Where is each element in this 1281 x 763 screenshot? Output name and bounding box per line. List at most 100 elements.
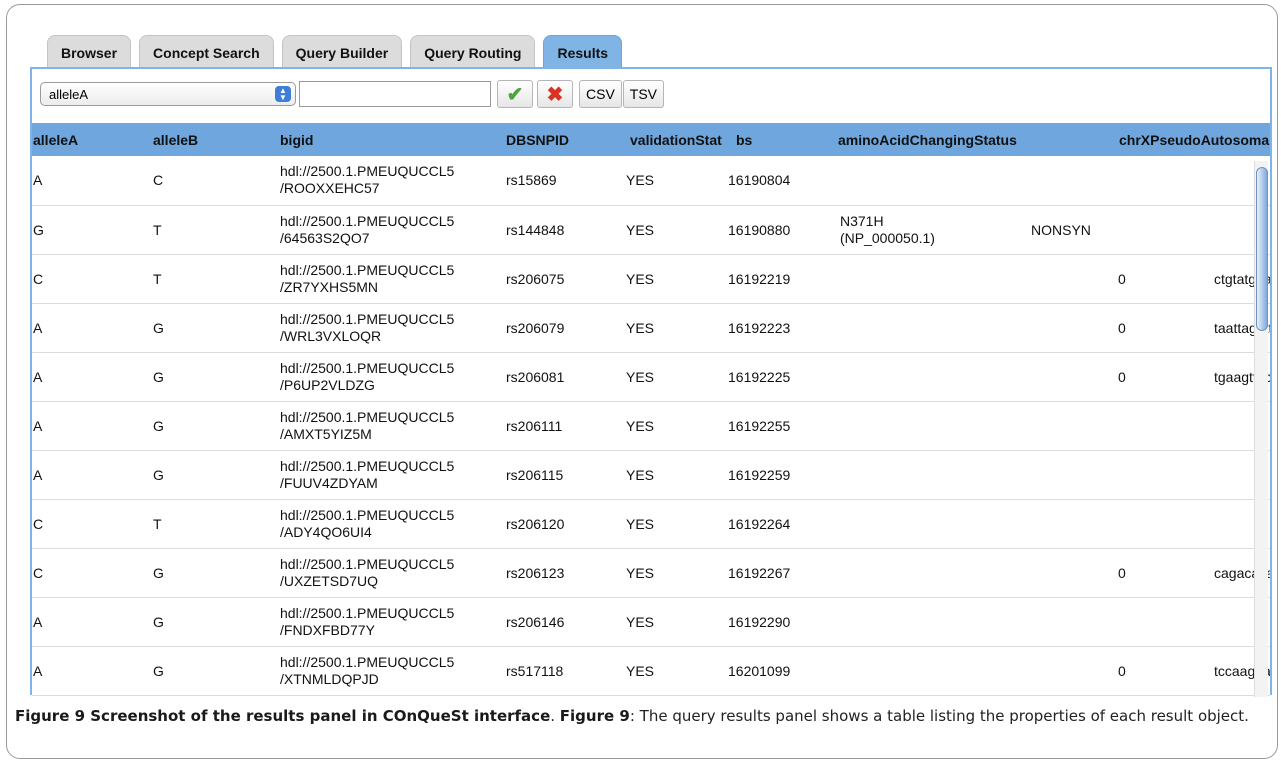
apply-filter-button[interactable]: ✔ (497, 80, 533, 108)
vertical-scrollbar[interactable] (1254, 161, 1268, 697)
cell-alleleB: T (152, 205, 279, 255)
cell-alleleA: A (32, 401, 152, 451)
cell-chrx: 0cagacacaagtaag (1118, 548, 1270, 598)
cell-amino-acid (820, 352, 1030, 402)
select-arrows-icon: ▲ ▼ (275, 86, 291, 102)
export-tsv-button[interactable]: TSV (622, 80, 665, 108)
table-row[interactable]: C Ghdl://2500.1.PMEUQUCCL5/UXZETSD7UQ rs20… (32, 548, 1270, 598)
export-csv-button[interactable]: CSV (579, 80, 622, 108)
table-row[interactable]: A Chdl://2500.1.PMEUQUCCL5/ROOXXEHC57 rs15… (32, 156, 1270, 206)
cell-amino-acid (820, 303, 1030, 353)
table-row[interactable]: A Ghdl://2500.1.PMEUQUCCL5/WRL3VXLOQR rs20… (32, 303, 1270, 353)
column-header[interactable]: alleleA (32, 123, 152, 156)
cell-bigid: hdl://2500.1.PMEUQUCCL5/ROOXXEHC57 (279, 156, 505, 206)
column-header[interactable]: chrXPseudoAutosomalRegic (1118, 123, 1270, 156)
cell-alleleA: A (32, 156, 152, 206)
cell-alleleA: A (32, 597, 152, 647)
column-header[interactable] (1030, 123, 1118, 156)
table-row[interactable]: C Thdl://2500.1.PMEUQUCCL5/ADY4QO6UI4 rs20… (32, 499, 1270, 549)
cell-alleleA: A (32, 646, 152, 696)
tab-concept-search[interactable]: Concept Search (139, 35, 274, 69)
cell-alleleA: A (32, 303, 152, 353)
clear-filter-button[interactable]: ✖ (537, 80, 573, 108)
cell-validation: YES (610, 548, 720, 598)
cell-coding-status (1030, 254, 1118, 304)
caption-text: : The query results panel shows a table … (629, 707, 1249, 725)
column-select-value: alleleA (49, 86, 89, 102)
cell-amino-acid (820, 156, 1030, 206)
cell-amino-acid (820, 401, 1030, 451)
cell-validation: YES (610, 499, 720, 549)
column-select[interactable]: alleleA ▲ ▼ (40, 82, 296, 106)
cell-bs: 16192290 (720, 597, 820, 647)
table-row[interactable]: G Thdl://2500.1.PMEUQUCCL5/64563S2QO7 rs14… (32, 205, 1270, 255)
cell-bs: 16192264 (720, 499, 820, 549)
tab-browser[interactable]: Browser (47, 35, 132, 69)
cell-amino-acid (820, 597, 1030, 647)
cell-alleleB: G (152, 303, 279, 353)
cell-chrx: 0tccaagaattaattga (1118, 646, 1270, 696)
cell-dbsnpid: rs517118 (505, 646, 610, 696)
cell-chrx (1118, 450, 1270, 500)
results-toolbar: alleleA ▲ ▼ ✔ ✖ CSV TSV (40, 80, 665, 108)
tab-results[interactable]: Results (543, 35, 623, 69)
cell-validation: YES (610, 303, 720, 353)
cell-bigid: hdl://2500.1.PMEUQUCCL5/XTNMLDQPJD (279, 646, 505, 696)
cell-bs: 16192255 (720, 401, 820, 451)
scrollbar-thumb[interactable] (1256, 167, 1268, 331)
column-header[interactable]: DBSNPID (505, 123, 610, 156)
caption-title: Figure 9 Screenshot of the results panel… (15, 707, 551, 725)
cell-validation: YES (610, 597, 720, 647)
cell-dbsnpid: rs206075 (505, 254, 610, 304)
cell-alleleA: A (32, 352, 152, 402)
column-header-label: bs (736, 131, 753, 148)
column-header[interactable]: validationStat (610, 123, 722, 156)
cell-chrx (1118, 597, 1270, 647)
cell-chrx (1118, 205, 1270, 255)
cell-bs: 16190880 (720, 205, 820, 255)
table-row[interactable]: A Ghdl://2500.1.PMEUQUCCL5/FNDXFBD77Y rs20… (32, 597, 1270, 647)
cell-coding-status (1030, 352, 1118, 402)
cell-bs: 16192219 (720, 254, 820, 304)
cell-alleleB: G (152, 401, 279, 451)
column-header[interactable]: aminoAcidChangingStatus (820, 123, 1030, 156)
cell-alleleB: G (152, 597, 279, 647)
column-header-label: validationStat (630, 131, 722, 148)
filter-input[interactable] (299, 81, 491, 107)
cell-validation: YES (610, 401, 720, 451)
tab-query-routing[interactable]: Query Routing (410, 35, 536, 69)
x-icon: ✖ (546, 83, 564, 106)
table-row[interactable]: A Ghdl://2500.1.PMEUQUCCL5/P6UP2VLDZG rs20… (32, 352, 1270, 402)
cell-amino-acid (820, 548, 1030, 598)
caption-separator: . (550, 707, 560, 725)
check-icon: ✔ (506, 83, 524, 106)
results-table-area: alleleA alleleB bigid DBSNPID validation… (32, 123, 1270, 697)
table-row[interactable]: A Ghdl://2500.1.PMEUQUCCL5/FUUV4ZDYAM rs20… (32, 450, 1270, 500)
figure-caption: Figure 9 Screenshot of the results panel… (15, 706, 1277, 727)
cell-coding-status (1030, 401, 1118, 451)
table-row[interactable]: A Ghdl://2500.1.PMEUQUCCL5/AMXT5YIZ5M rs20… (32, 401, 1270, 451)
cell-chrx (1118, 499, 1270, 549)
cell-amino-acid (820, 646, 1030, 696)
table-row[interactable]: A Ghdl://2500.1.PMEUQUCCL5/XTNMLDQPJD rs51… (32, 646, 1270, 696)
cell-bigid: hdl://2500.1.PMEUQUCCL5/ZR7YXHS5MN (279, 254, 505, 304)
caption-figure-ref: Figure 9 (559, 707, 630, 725)
tab-query-builder[interactable]: Query Builder (281, 35, 403, 69)
cell-bigid: hdl://2500.1.PMEUQUCCL5/UXZETSD7UQ (279, 548, 505, 598)
cell-dbsnpid: rs15869 (505, 156, 610, 206)
cell-coding-status (1030, 646, 1118, 696)
column-header[interactable]: alleleB (152, 123, 279, 156)
cell-alleleA: C (32, 548, 152, 598)
cell-coding-status: NONSYN (1030, 205, 1118, 255)
column-header[interactable]: bs (720, 123, 820, 156)
cell-validation: YES (610, 254, 720, 304)
column-header[interactable]: bigid (279, 123, 505, 156)
cell-alleleB: G (152, 450, 279, 500)
cell-coding-status (1030, 548, 1118, 598)
cell-amino-acid (820, 450, 1030, 500)
table-row[interactable]: C Thdl://2500.1.PMEUQUCCL5/ZR7YXHS5MN rs20… (32, 254, 1270, 304)
cell-amino-acid: N371H (NP_000050.1) (820, 205, 1030, 255)
cell-coding-status (1030, 499, 1118, 549)
cell-bigid: hdl://2500.1.PMEUQUCCL5/ADY4QO6UI4 (279, 499, 505, 549)
cell-alleleB: T (152, 499, 279, 549)
